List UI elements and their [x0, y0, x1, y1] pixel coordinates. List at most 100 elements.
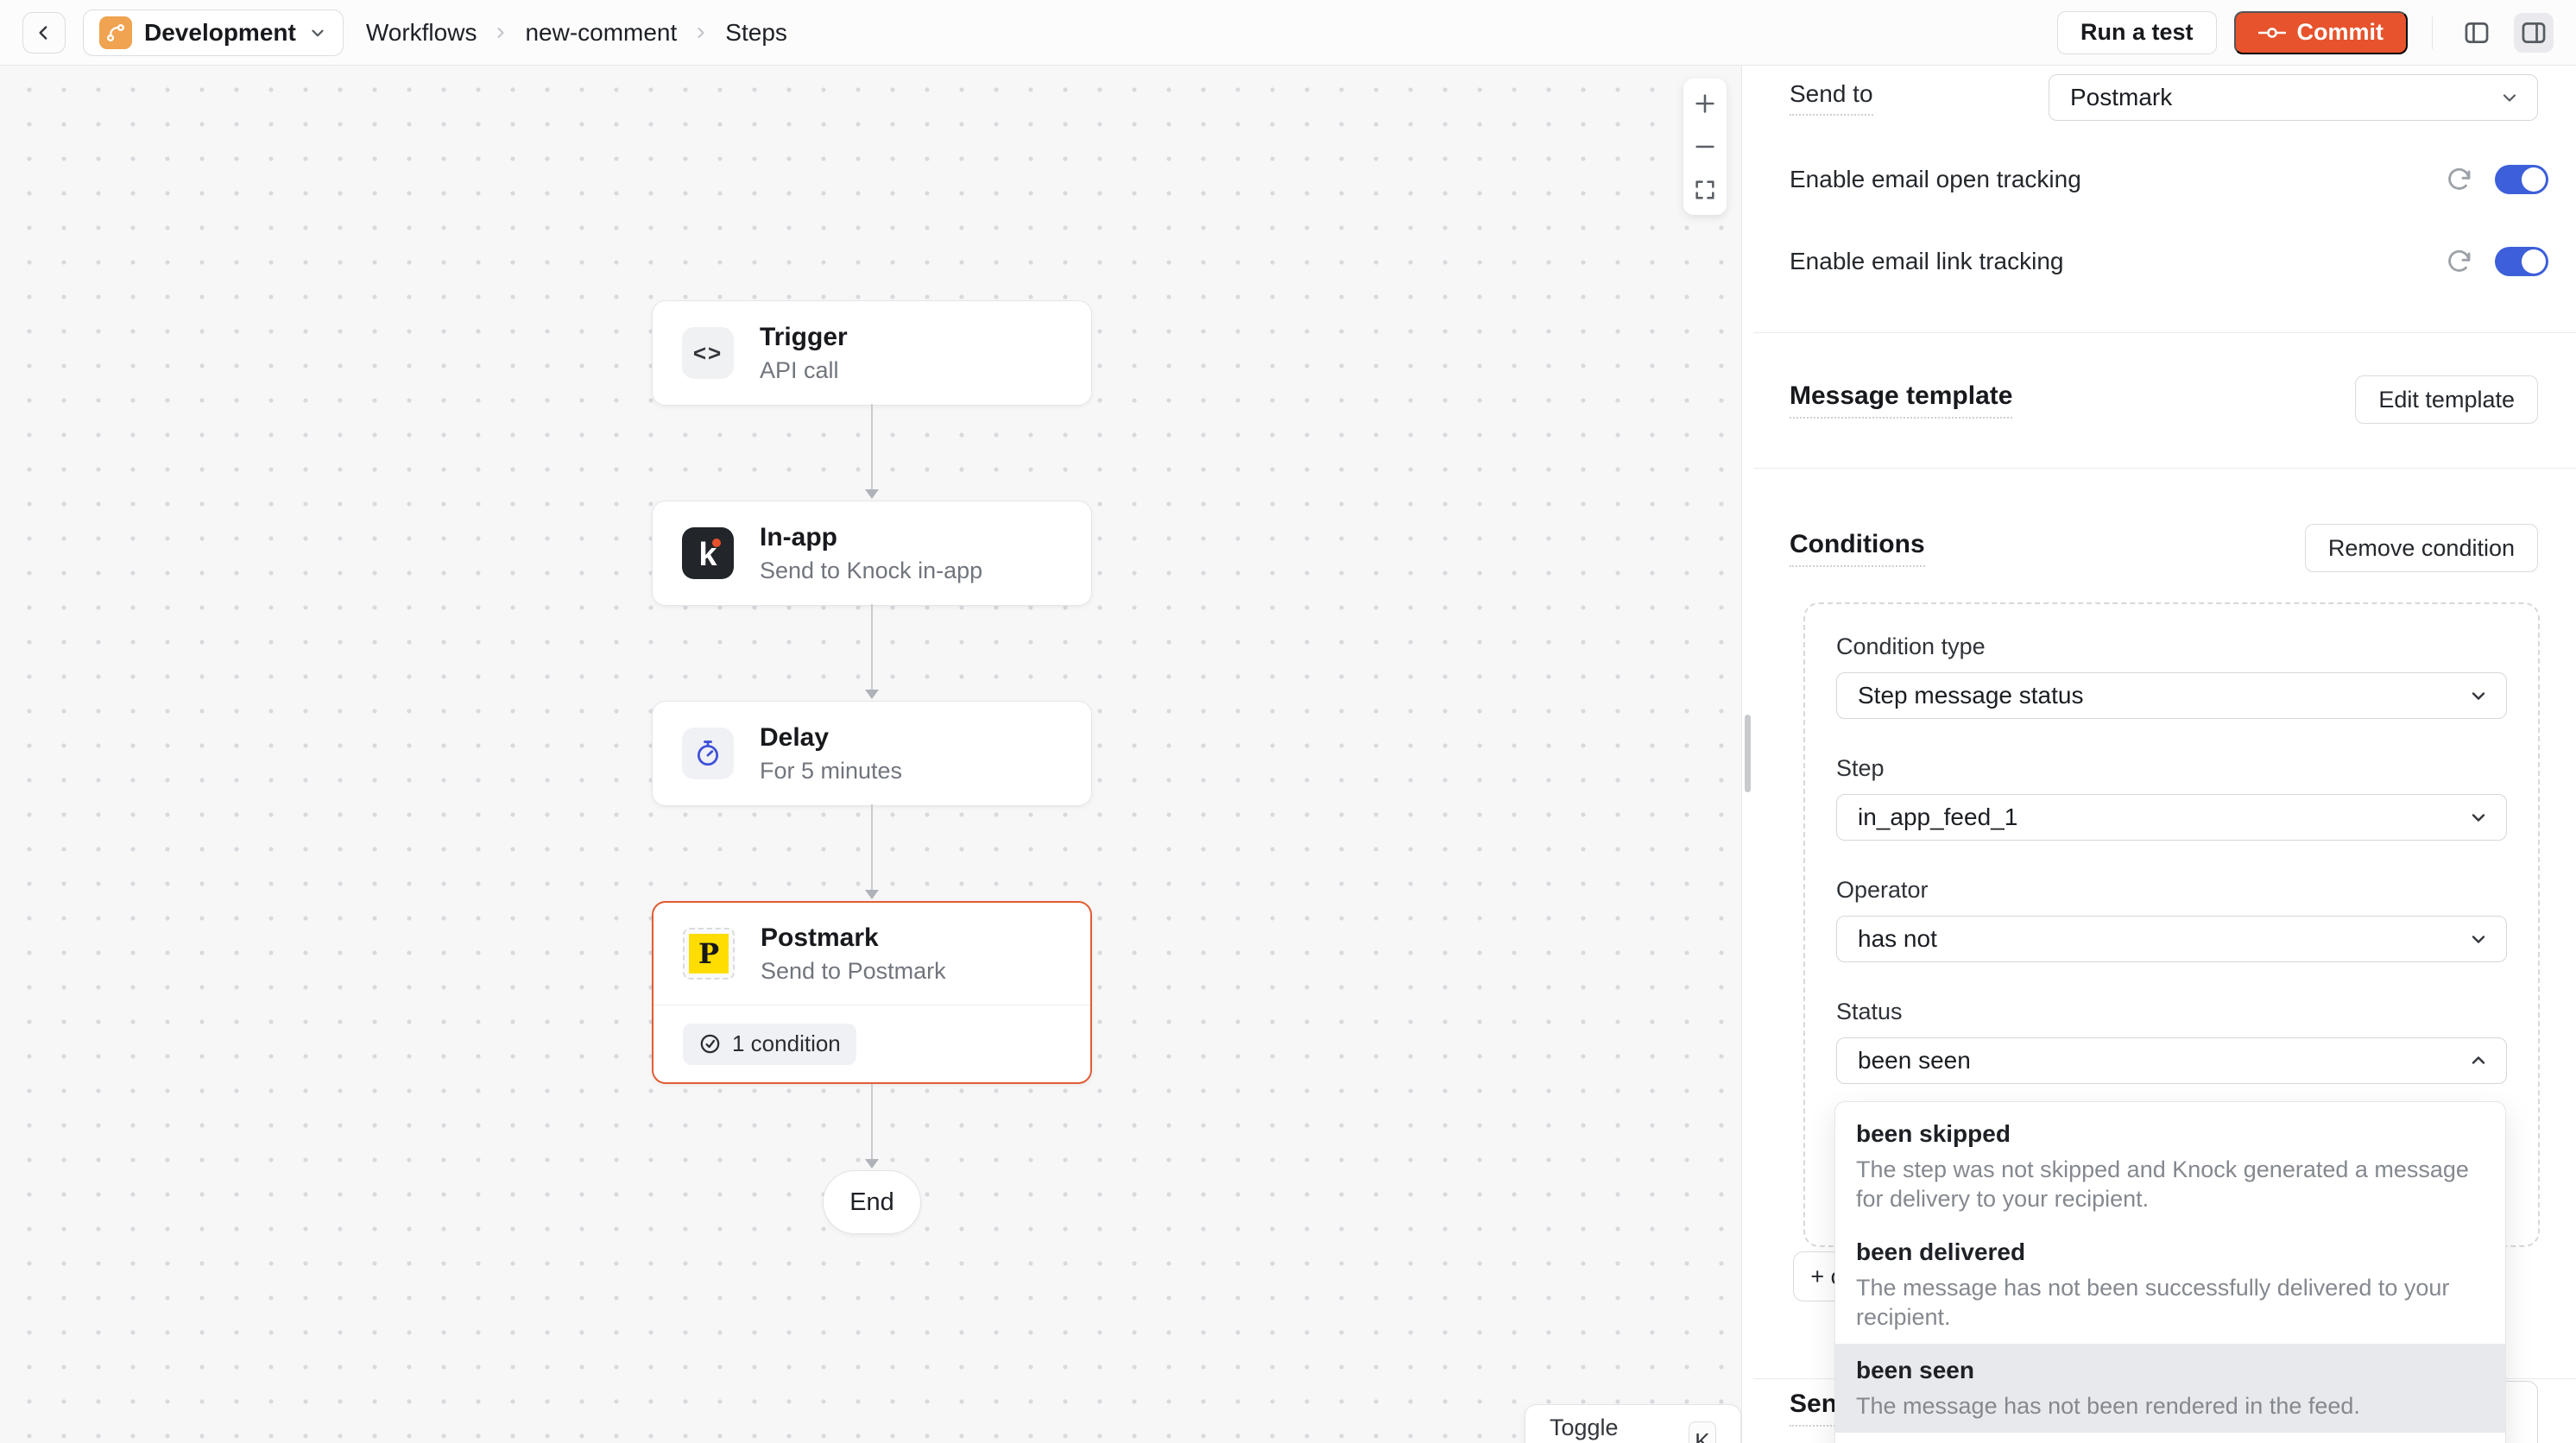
condition-type-label: Condition type — [1836, 633, 2507, 660]
keyboard-shortcut-badge: K — [1689, 1421, 1716, 1443]
workflow-icon — [99, 16, 132, 49]
step-label: Step — [1836, 755, 2507, 782]
email-link-tracking-toggle[interactable] — [2495, 247, 2548, 276]
node-title: Trigger — [760, 323, 848, 352]
breadcrumb-workflows[interactable]: Workflows — [366, 19, 477, 47]
back-button[interactable] — [22, 12, 66, 54]
condition-type-select[interactable]: Step message status — [1836, 672, 2507, 719]
send-to-label: Send to — [1790, 80, 1873, 116]
panel-resize-gutter — [1742, 66, 1753, 1443]
section-divider — [1753, 468, 2576, 469]
breadcrumb-workflow-name[interactable]: new-comment — [525, 19, 677, 47]
panel-left-icon — [2462, 18, 2491, 47]
send-to-select[interactable]: Postmark — [2049, 74, 2538, 121]
email-open-tracking-toggle[interactable] — [2495, 165, 2548, 194]
step-select[interactable]: in_app_feed_1 — [1836, 794, 2507, 841]
refresh-icon[interactable] — [2445, 165, 2474, 194]
zoom-in-button[interactable] — [1683, 82, 1727, 125]
status-option-been-seen[interactable]: been seen The message has not been rende… — [1835, 1344, 2505, 1433]
toggle-left-panel-button[interactable] — [2457, 13, 2497, 53]
send-to-value: Postmark — [2070, 84, 2172, 111]
commit-button[interactable]: Commit — [2234, 11, 2409, 54]
node-in-app[interactable]: k In-app Send to Knock in-app — [652, 501, 1092, 606]
status-combobox[interactable]: been seen — [1836, 1037, 2507, 1084]
operator-select[interactable]: has not — [1836, 916, 2507, 962]
chevron-down-icon — [2468, 685, 2489, 706]
breadcrumb: Workflows new-comment Steps — [366, 19, 787, 47]
edge-connector — [871, 604, 873, 690]
panel-right-icon — [2519, 18, 2548, 47]
edge-connector — [871, 404, 873, 490]
conditions-heading: Conditions — [1790, 530, 1925, 567]
status-value: been seen — [1858, 1047, 1971, 1074]
status-dropdown-listbox: been skipped The step was not skipped an… — [1834, 1101, 2506, 1443]
workflow-canvas[interactable]: <> Trigger API call k In-app Send to Kno… — [0, 66, 1742, 1443]
email-link-tracking-label: Enable email link tracking — [1790, 248, 2064, 275]
stopwatch-icon — [682, 728, 734, 779]
node-end[interactable]: End — [823, 1170, 921, 1234]
chevron-down-icon — [2468, 929, 2489, 949]
node-title: In-app — [760, 523, 982, 552]
edit-template-button[interactable]: Edit template — [2355, 375, 2538, 424]
fit-view-icon — [1693, 178, 1717, 202]
node-subtitle: Send to Postmark — [761, 958, 946, 985]
node-subtitle: Send to Knock in-app — [760, 558, 982, 584]
chevron-right-icon — [492, 24, 509, 41]
breadcrumb-steps[interactable]: Steps — [725, 19, 787, 47]
email-open-tracking-label: Enable email open tracking — [1790, 166, 2081, 193]
option-description: The step was not skipped and Knock gener… — [1856, 1155, 2484, 1213]
status-option-been-read[interactable]: been read — [1835, 1433, 2505, 1443]
end-label: End — [849, 1188, 894, 1217]
node-trigger[interactable]: <> Trigger API call — [652, 300, 1092, 406]
chevron-up-icon — [2468, 1050, 2489, 1071]
top-bar: Development Workflows new-comment Steps … — [0, 0, 2576, 66]
commit-label: Commit — [2297, 19, 2384, 46]
node-delay[interactable]: Delay For 5 minutes — [652, 701, 1092, 806]
chevron-down-icon — [2468, 807, 2489, 828]
knock-logo-icon: k — [682, 527, 734, 579]
fit-view-button[interactable] — [1683, 168, 1727, 211]
refresh-icon[interactable] — [2445, 247, 2474, 276]
postmark-logo-icon: P — [683, 928, 735, 980]
status-option-been-delivered[interactable]: been delivered The message has not been … — [1835, 1226, 2505, 1344]
edge-connector — [871, 804, 873, 891]
remove-condition-button[interactable]: Remove condition — [2305, 524, 2538, 572]
operator-label: Operator — [1836, 877, 2507, 904]
condition-count-label: 1 condition — [732, 1030, 841, 1057]
section-divider — [1753, 332, 2576, 333]
minus-icon — [1693, 135, 1717, 159]
node-postmark[interactable]: P Postmark Send to Postmark 1 condition — [652, 901, 1092, 1084]
option-description: The message has not been successfully de… — [1856, 1273, 2484, 1332]
chevron-down-icon — [308, 23, 327, 42]
toggle-controls-hint[interactable]: Toggle controls K — [1525, 1404, 1741, 1443]
environment-label: Development — [144, 19, 296, 47]
node-subtitle: API call — [760, 357, 848, 384]
chevron-right-icon — [692, 24, 710, 41]
panel-resize-handle[interactable] — [1745, 715, 1751, 792]
node-title: Delay — [760, 723, 902, 753]
message-template-heading: Message template — [1790, 381, 2012, 419]
commit-icon — [2258, 25, 2286, 41]
plus-icon — [1693, 91, 1717, 116]
chevron-left-icon — [33, 22, 55, 44]
step-value: in_app_feed_1 — [1858, 803, 2017, 831]
code-icon: <> — [682, 327, 734, 379]
topbar-divider — [2432, 16, 2433, 49]
toggle-controls-label: Toggle controls — [1550, 1415, 1668, 1443]
status-option-been-skipped[interactable]: been skipped The step was not skipped an… — [1835, 1107, 2505, 1226]
check-circle-icon — [698, 1032, 722, 1055]
status-label: Status — [1836, 999, 2507, 1025]
canvas-zoom-controls — [1683, 79, 1727, 215]
environment-switcher[interactable]: Development — [83, 9, 344, 56]
node-subtitle: For 5 minutes — [760, 758, 902, 785]
step-settings-panel: Send to Postmark Enable email open track… — [1753, 66, 2576, 1443]
condition-count-badge: 1 condition — [683, 1024, 856, 1065]
chevron-down-icon — [2499, 87, 2520, 108]
option-title: been delivered — [1856, 1238, 2484, 1267]
zoom-out-button[interactable] — [1683, 125, 1727, 168]
node-title: Postmark — [761, 923, 946, 953]
option-title: been seen — [1856, 1356, 2484, 1385]
toggle-right-panel-button[interactable] — [2514, 13, 2554, 53]
run-a-test-button[interactable]: Run a test — [2057, 11, 2217, 54]
option-description: The message has not been rendered in the… — [1856, 1391, 2484, 1421]
